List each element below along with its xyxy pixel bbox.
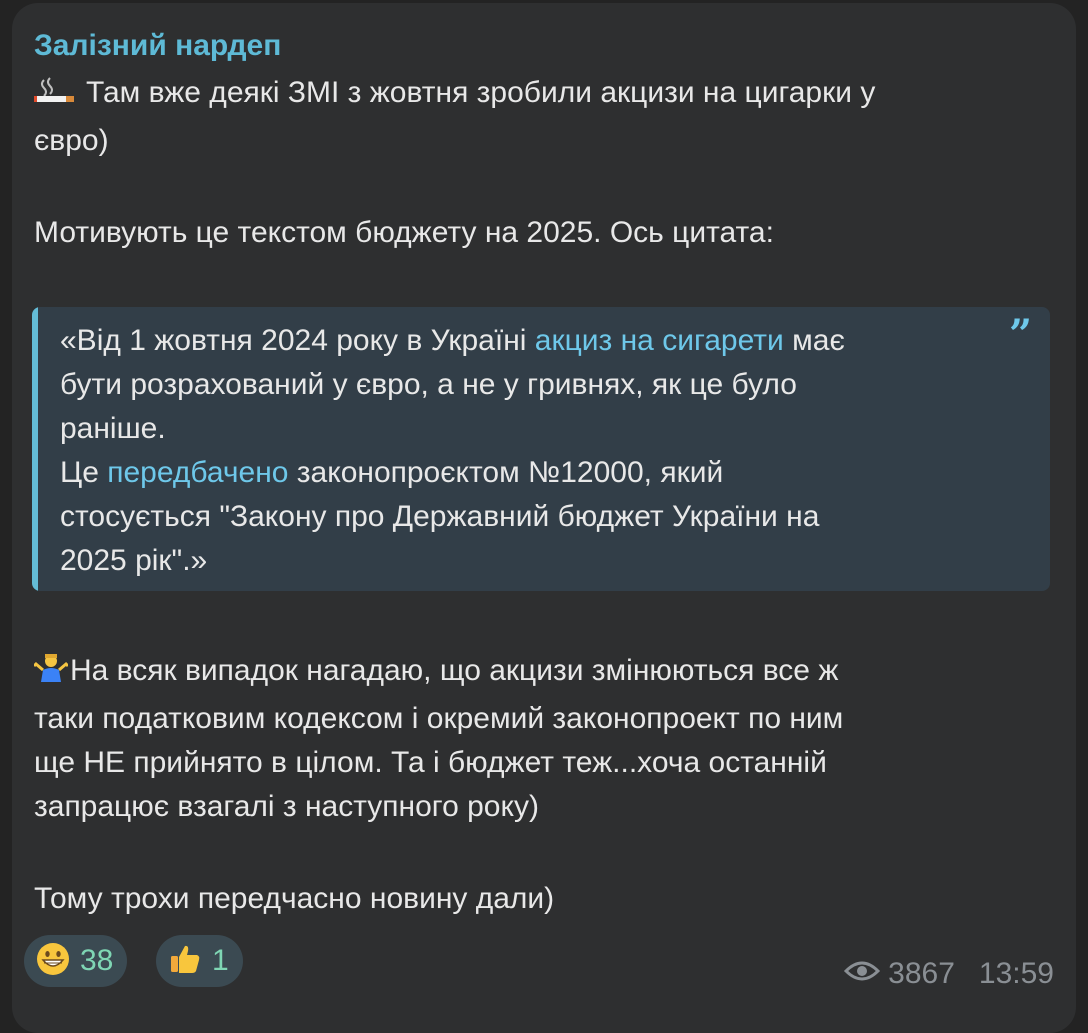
message-line: На всяк випадок нагадаю, що акцизи зміню… <box>70 654 839 687</box>
link-excise-cigarettes[interactable]: акциз на сигарети <box>535 324 784 357</box>
quote-text-segment: Це <box>60 456 108 489</box>
quote-line: стосується "Закону про Державний бюджет … <box>60 500 820 533</box>
reaction-count: 1 <box>212 944 229 977</box>
reaction-grinning[interactable]: 38 <box>24 935 128 987</box>
message-paragraph-2: Мотивують це текстом бюджету на 2025. Ос… <box>34 216 774 249</box>
message-paragraph-4: Тому трохи передчасно новину дали) <box>34 882 555 915</box>
quote-line: раніше. <box>60 412 166 445</box>
message-line: запрацює взагалі з наступного року) <box>34 790 539 823</box>
message-paragraph-1: Там вже деякі ЗМІ з жовтня зробили акциз… <box>34 71 875 163</box>
message-time: 13:59 <box>978 957 1054 990</box>
message-line: Там вже деякі ЗМІ з жовтня зробили акциз… <box>86 76 876 109</box>
smoking-icon <box>34 75 78 119</box>
person-shrugging-icon <box>32 652 70 697</box>
link-provided[interactable]: передбачено <box>107 456 288 489</box>
channel-author-name[interactable]: Залізний нардеп <box>34 29 281 63</box>
blockquote: ” «Від 1 жовтня 2024 року в Україні акци… <box>32 307 1050 591</box>
eye-icon <box>844 957 881 991</box>
quote-text-segment: «Від 1 жовтня 2024 року в Україні <box>60 324 535 357</box>
view-count: 3867 <box>888 957 955 990</box>
quote-line: бути розрахований у євро, а не у гривнях… <box>60 368 797 401</box>
message-line: євро) <box>34 124 109 157</box>
message-paragraph-3: На всяк випадок нагадаю, що акцизи зміню… <box>32 649 844 829</box>
message-meta: 3867 13:59 <box>844 957 1054 991</box>
message-bubble[interactable]: Залізний нардеп Там вже деякі ЗМІ з жовт… <box>12 3 1076 1033</box>
reaction-count: 38 <box>80 944 114 977</box>
quote-text-segment: має <box>783 324 845 357</box>
message-line: таки податковим кодексом і окремий закон… <box>34 702 844 735</box>
message-line: ще НЕ прийнято в цілом. Та і бюджет теж.… <box>34 746 827 779</box>
quote-text-segment: законопроєктом №12000, який <box>288 456 724 489</box>
quote-text: «Від 1 жовтня 2024 року в Україні акциз … <box>60 319 845 583</box>
reaction-thumbs-up[interactable]: 1 <box>156 935 243 987</box>
quote-icon: ” <box>1008 311 1032 358</box>
thumbs-up-icon <box>168 942 202 981</box>
quote-line: 2025 рік".» <box>60 544 208 577</box>
grinning-face-icon <box>36 942 70 981</box>
quote-accent-bar <box>32 307 38 591</box>
